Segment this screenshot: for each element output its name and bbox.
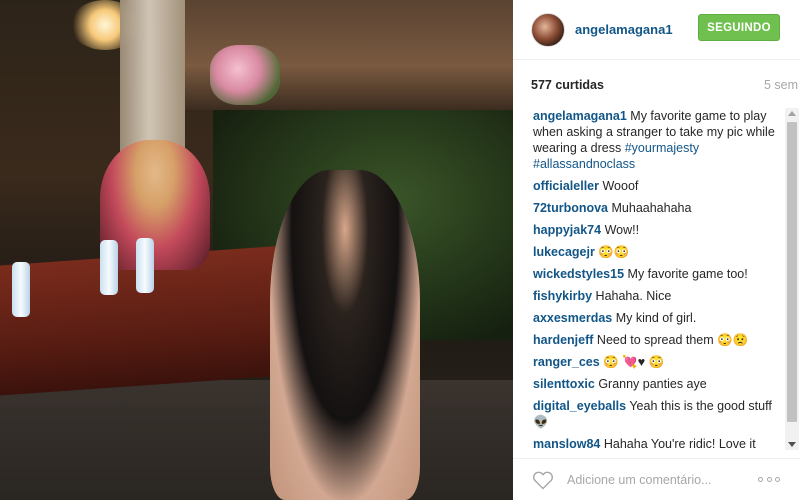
scroll-down-arrow-icon[interactable] [788,442,796,447]
post-time[interactable]: 5 sem [764,78,798,92]
comment-username[interactable]: axxesmerdas [533,311,612,325]
likes-count[interactable]: 577 curtidas [531,78,604,92]
list-item: manslow84 Hahaha You're ridic! Love it [533,436,785,450]
hanging-flowers [210,45,280,105]
following-button[interactable]: SEGUINDO [698,14,780,41]
comment-username[interactable]: 72turbonova [533,201,608,215]
post-side-panel: angelamagana1 SEGUINDO 577 curtidas 5 se… [513,0,800,500]
comment-text: Granny panties aye [598,377,707,391]
comment-text: Need to spread them 😳😟 [596,333,749,347]
standing-woman [270,170,420,500]
comment-username[interactable]: silenttoxic [533,377,595,391]
water-bottle [100,240,118,295]
more-options-icon[interactable] [758,477,780,483]
comments-scrollbar[interactable] [785,108,799,450]
comment-username[interactable]: fishykirby [533,289,592,303]
list-item: lukecagejr 😳😳 [533,244,785,260]
post-meta: 577 curtidas 5 sem [531,78,798,96]
scroll-up-arrow-icon[interactable] [788,111,796,116]
list-item: happyjak74 Wow!! [533,222,785,238]
list-item: fishykirby Hahaha. Nice [533,288,785,304]
comment-text: Wooof [602,179,639,193]
comment-text: Hahaha You're ridic! Love it [603,437,756,450]
comment-username[interactable]: lukecagejr [533,245,595,259]
comment-username[interactable]: happyjak74 [533,223,601,237]
caption-username[interactable]: angelamagana1 [533,109,627,123]
comment-text: My kind of girl. [615,311,697,325]
comment-input[interactable] [567,472,737,487]
comment-text: My favorite game too! [627,267,748,281]
water-bottle [136,238,154,293]
list-item: silenttoxic Granny panties aye [533,376,785,392]
list-item: wickedstyles15 My favorite game too! [533,266,785,282]
comment-username[interactable]: officialeller [533,179,599,193]
comment-username[interactable]: ranger_ces [533,355,600,369]
floor [0,380,513,500]
list-item: 72turbonova Muhaahahaha [533,200,785,216]
heart-icon[interactable] [531,468,555,492]
post-header: angelamagana1 SEGUINDO [513,0,800,60]
list-item: ranger_ces 😳 💘♥ 😳 [533,354,785,370]
comment-text: Muhaahahaha [611,201,692,215]
comment-username[interactable]: wickedstyles15 [533,267,624,281]
list-item: axxesmerdas My kind of girl. [533,310,785,326]
comment-username[interactable]: manslow84 [533,437,600,450]
comment-text: 😳 💘♥ 😳 [603,355,665,369]
list-item: officialeller Wooof [533,178,785,194]
header-username[interactable]: angelamagana1 [575,22,673,37]
comment-text: Wow!! [604,223,640,237]
list-item: hardenjeff Need to spread them 😳😟 [533,332,785,348]
comment-username[interactable]: digital_eyeballs [533,399,626,413]
comment-username[interactable]: hardenjeff [533,333,593,347]
comment-text: 😳😳 [598,245,630,259]
post-footer [513,458,800,500]
list-item: digital_eyeballs Yeah this is the good s… [533,398,785,430]
caption: angelamagana1 My favorite game to play w… [533,108,785,172]
comment-text: Hahaha. Nice [595,289,672,303]
comments-list: angelamagana1 My favorite game to play w… [533,108,785,450]
scroll-thumb[interactable] [787,122,797,422]
post-photo[interactable] [0,0,513,500]
water-bottle [12,262,30,317]
avatar[interactable] [531,12,565,47]
